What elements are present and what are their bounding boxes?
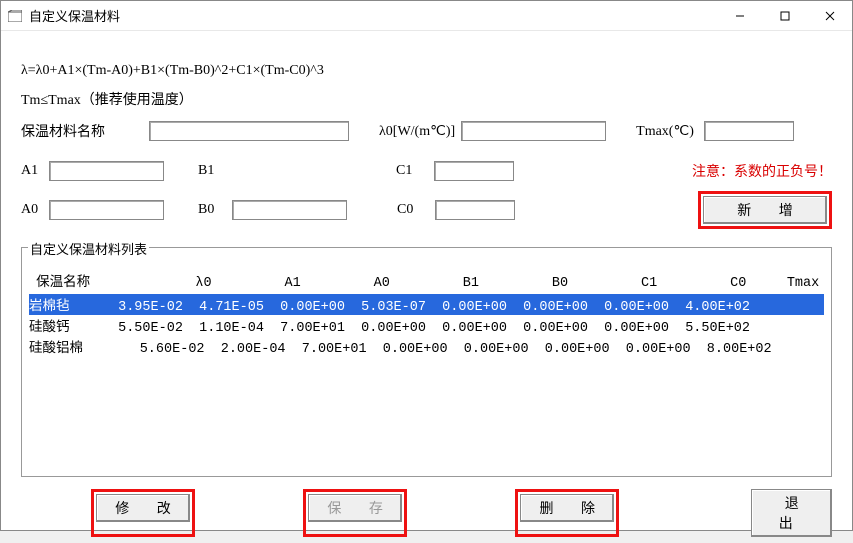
material-list-group: 自定义保温材料列表 保温名称 λ0 A1 A0 B1 B0 C1 C0 Tmax…: [21, 247, 832, 477]
content-area: λ=λ0+A1×(Tm-A0)+B1×(Tm-B0)^2+C1×(Tm-C0)^…: [1, 31, 852, 543]
name-input[interactable]: [149, 121, 349, 141]
a1-input[interactable]: [49, 161, 164, 181]
app-icon: [7, 9, 23, 23]
c1-input[interactable]: [434, 161, 514, 181]
row-coef-2: A0 B0 C0 新 增: [21, 191, 832, 229]
save-button-highlight: 保 存: [303, 489, 407, 537]
table-row[interactable]: 岩棉毡 3.95E-02 4.71E-05 0.00E+00 5.03E-07 …: [29, 294, 824, 315]
label-a0: A0: [21, 202, 49, 218]
modify-button-highlight: 修 改: [91, 489, 195, 537]
bottom-button-row: 修 改 保 存 删 除 退 出: [21, 489, 832, 537]
table-row[interactable]: 硅酸钙 5.50E-02 1.10E-04 7.00E+01 0.00E+00 …: [29, 315, 824, 336]
row-main-fields: 保温材料名称 λ0[W/(m℃)] Tmax(℃): [21, 121, 832, 141]
delete-button[interactable]: 删 除: [520, 494, 614, 522]
label-name: 保温材料名称: [21, 121, 109, 141]
list-headers: 保温名称 λ0 A1 A0 B1 B0 C1 C0 Tmax: [28, 270, 825, 291]
minimize-button[interactable]: [717, 1, 762, 30]
label-b1: B1: [198, 163, 222, 179]
label-b0: B0: [198, 202, 222, 218]
delete-button-highlight: 删 除: [515, 489, 619, 537]
label-tmax: Tmax(℃): [636, 123, 694, 140]
add-button[interactable]: 新 增: [703, 196, 827, 224]
lambda0-input[interactable]: [461, 121, 606, 141]
window: 自定义保温材料 λ=λ0+A1×(Tm-A0)+B1×(Tm-B0)^2+C1×…: [0, 0, 853, 531]
c0-input[interactable]: [435, 200, 515, 220]
sign-warning: 注意：系数的正负号！: [692, 161, 832, 181]
window-title: 自定义保温材料: [29, 6, 717, 25]
label-c1: C1: [396, 163, 420, 179]
row-coef-1: A1 B1 C1 注意：系数的正负号！: [21, 161, 832, 181]
table-row[interactable]: 硅酸铝棉 5.60E-02 2.00E-04 7.00E+01 0.00E+00…: [29, 336, 824, 357]
b0-input[interactable]: [232, 200, 347, 220]
tmax-hint: Tm≤Tmax（推荐使用温度）: [21, 89, 832, 109]
titlebar: 自定义保温材料: [1, 1, 852, 31]
group-title: 自定义保温材料列表: [28, 239, 149, 258]
maximize-button[interactable]: [762, 1, 807, 30]
list-rows[interactable]: 岩棉毡 3.95E-02 4.71E-05 0.00E+00 5.03E-07 …: [28, 293, 825, 358]
label-c0: C0: [397, 202, 421, 218]
add-button-highlight: 新 增: [698, 191, 832, 229]
save-button[interactable]: 保 存: [308, 494, 402, 522]
modify-button[interactable]: 修 改: [96, 494, 190, 522]
formula-text: λ=λ0+A1×(Tm-A0)+B1×(Tm-B0)^2+C1×(Tm-C0)^…: [21, 63, 832, 79]
label-a1: A1: [21, 163, 49, 179]
close-button[interactable]: [807, 1, 852, 30]
a0-input[interactable]: [49, 200, 164, 220]
exit-button[interactable]: 退 出: [751, 489, 832, 537]
label-lambda0: λ0[W/(m℃)]: [379, 123, 455, 140]
tmax-input[interactable]: [704, 121, 794, 141]
